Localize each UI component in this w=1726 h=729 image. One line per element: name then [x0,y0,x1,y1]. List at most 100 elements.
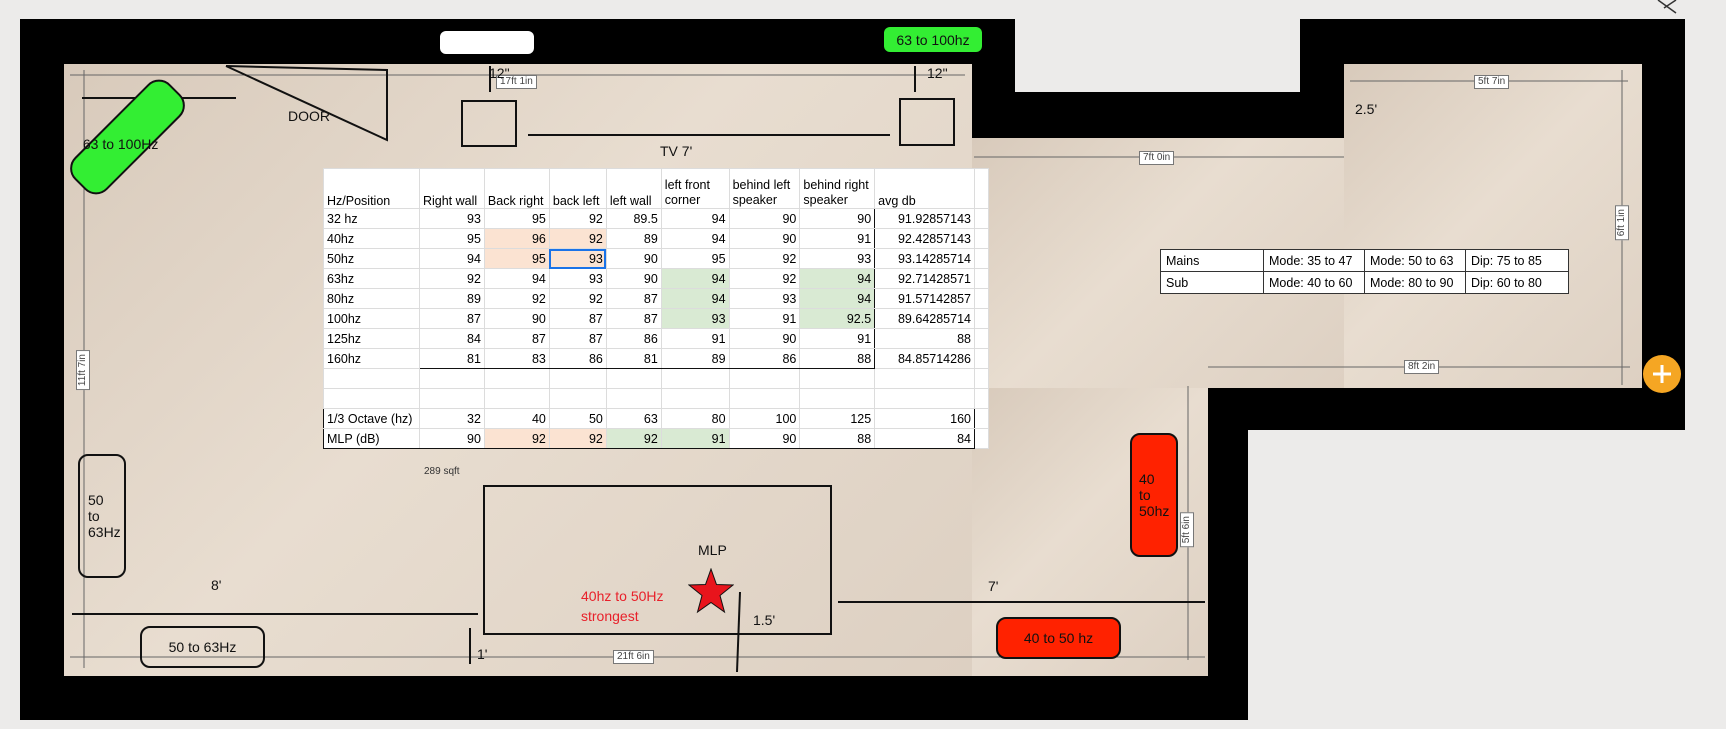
value-cell[interactable]: 93 [728,288,801,309]
octave-row-cell[interactable]: 160 [874,408,975,429]
value-cell[interactable]: 92 [728,268,801,289]
mlp-row-label[interactable]: MLP (dB) [323,428,420,449]
value-cell[interactable]: 90 [728,328,801,349]
value-cell[interactable]: 86 [548,348,607,369]
value-cell[interactable]: 87 [548,308,607,329]
measurement-table[interactable]: Hz/Position Right wall Back right back l… [323,168,990,449]
value-cell[interactable]: 94 [418,248,485,269]
hz-cell[interactable]: 32 hz [323,208,420,229]
empty-cell[interactable] [973,248,990,269]
empty-cell[interactable] [973,228,990,249]
value-cell[interactable]: 95 [660,248,730,269]
value-cell[interactable]: 89 [660,348,730,369]
value-cell[interactable]: 93 [418,208,485,229]
value-cell[interactable]: 91 [799,328,876,349]
empty-cell[interactable] [973,268,990,289]
value-cell[interactable]: 84 [418,328,485,349]
mlp-row-cell[interactable]: 92 [483,428,550,449]
empty-cell[interactable] [973,308,990,329]
avg-cell[interactable]: 89.64285714 [874,308,975,329]
value-cell[interactable]: 89 [418,288,485,309]
value-cell[interactable]: 96 [483,228,550,249]
avg-cell[interactable]: 92.71428571 [874,268,975,289]
empty-cell[interactable] [973,408,990,429]
value-cell[interactable]: 86 [728,348,801,369]
value-cell[interactable]: 87 [605,308,662,329]
value-cell[interactable]: 91 [728,308,801,329]
value-cell[interactable]: 81 [605,348,662,369]
avg-cell[interactable]: 92.42857143 [874,228,975,249]
octave-row-cell[interactable]: 32 [418,408,485,429]
hz-cell[interactable]: 125hz [323,328,420,349]
value-cell[interactable]: 87 [483,328,550,349]
value-cell[interactable]: 90 [483,308,550,329]
octave-row-cell[interactable]: 40 [483,408,550,429]
octave-row-label[interactable]: 1/3 Octave (hz) [323,408,420,429]
value-cell[interactable]: 87 [418,308,485,329]
value-cell[interactable]: 91 [799,228,876,249]
octave-row-cell[interactable]: 125 [799,408,876,429]
mlp-row-cell[interactable]: 92 [548,428,607,449]
value-cell[interactable]: 95 [418,228,485,249]
value-cell[interactable]: 87 [548,328,607,349]
value-cell[interactable]: 86 [605,328,662,349]
header-cell[interactable]: behind left speaker [728,168,801,209]
header-cell[interactable]: back left [548,168,607,209]
close-icon[interactable] [1656,0,1680,14]
value-cell[interactable]: 92 [548,288,607,309]
octave-row-cell[interactable]: 80 [660,408,730,429]
value-cell[interactable]: 95 [483,248,550,269]
octave-row-cell[interactable]: 63 [605,408,662,429]
value-cell[interactable]: 94 [660,288,730,309]
value-cell[interactable]: 94 [799,268,876,289]
value-cell[interactable]: 93 [660,308,730,329]
value-cell[interactable]: 93 [548,248,607,269]
empty-cell[interactable] [973,428,990,449]
value-cell[interactable]: 90 [605,268,662,289]
value-cell[interactable]: 92 [483,288,550,309]
value-cell[interactable]: 90 [799,208,876,229]
value-cell[interactable]: 87 [605,288,662,309]
octave-row-cell[interactable]: 100 [728,408,801,429]
mlp-row-cell[interactable]: 90 [728,428,801,449]
value-cell[interactable]: 92 [548,208,607,229]
value-cell[interactable]: 94 [483,268,550,289]
hz-cell[interactable]: 40hz [323,228,420,249]
empty-cell[interactable] [973,328,990,349]
mlp-row-cell[interactable]: 92 [605,428,662,449]
mlp-row-cell[interactable]: 88 [799,428,876,449]
header-cell[interactable]: Right wall [418,168,485,209]
value-cell[interactable]: 83 [483,348,550,369]
empty-cell[interactable] [973,168,990,209]
mlp-row-cell[interactable]: 91 [660,428,730,449]
header-cell[interactable]: Hz/Position [323,168,420,209]
value-cell[interactable]: 94 [660,268,730,289]
value-cell[interactable]: 94 [799,288,876,309]
avg-cell[interactable]: 84.85714286 [874,348,975,369]
avg-cell[interactable]: 93.14285714 [874,248,975,269]
value-cell[interactable]: 81 [418,348,485,369]
hz-cell[interactable]: 80hz [323,288,420,309]
value-cell[interactable]: 93 [548,268,607,289]
value-cell[interactable]: 90 [605,248,662,269]
octave-row-cell[interactable]: 50 [548,408,607,429]
empty-cell[interactable] [973,288,990,309]
value-cell[interactable]: 90 [728,208,801,229]
value-cell[interactable]: 94 [660,228,730,249]
spreadsheet[interactable]: Hz/Position Right wall Back right back l… [323,168,990,449]
avg-cell[interactable]: 91.57142857 [874,288,975,309]
avg-cell[interactable]: 91.92857143 [874,208,975,229]
value-cell[interactable]: 90 [728,228,801,249]
value-cell[interactable]: 92 [418,268,485,289]
header-cell[interactable]: avg db [874,168,975,209]
hz-cell[interactable]: 160hz [323,348,420,369]
value-cell[interactable]: 89.5 [605,208,662,229]
empty-cell[interactable] [973,348,990,369]
mlp-row-cell[interactable]: 84 [874,428,975,449]
value-cell[interactable]: 89 [605,228,662,249]
hz-cell[interactable]: 63hz [323,268,420,289]
value-cell[interactable]: 94 [660,208,730,229]
value-cell[interactable]: 92 [548,228,607,249]
value-cell[interactable]: 88 [799,348,876,369]
header-cell[interactable]: behind right speaker [799,168,876,209]
